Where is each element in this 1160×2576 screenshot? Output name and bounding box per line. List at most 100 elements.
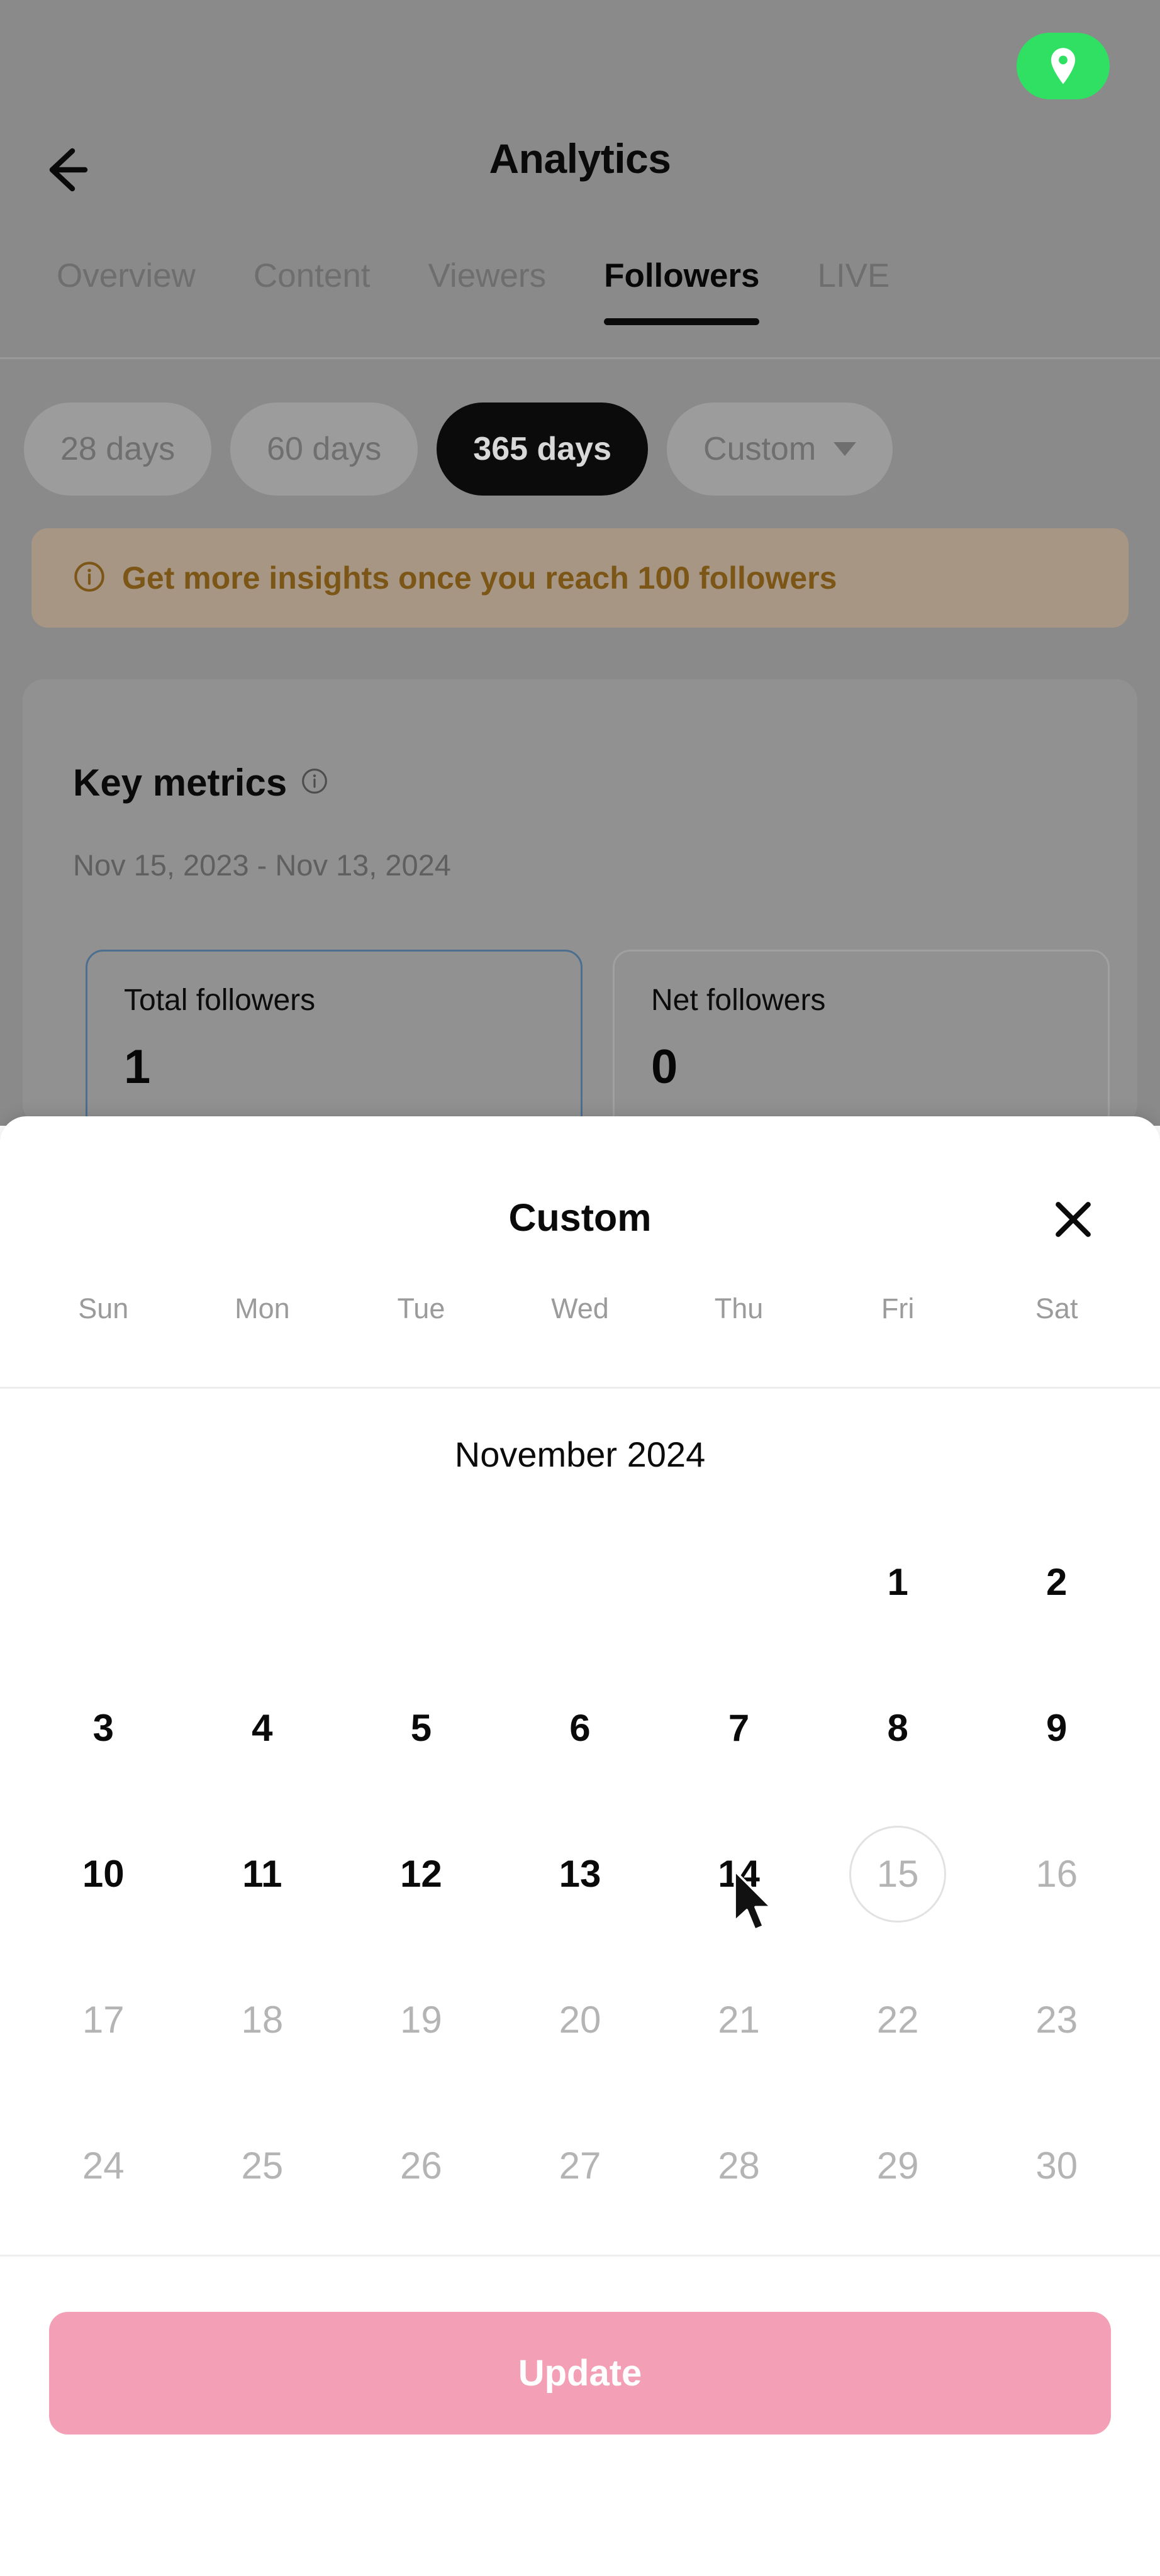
calendar-day-26: 26 bbox=[342, 2093, 501, 2239]
stat-card-total-followers[interactable]: Total followers 1 All time bbox=[86, 950, 583, 1126]
info-circle-icon bbox=[73, 560, 106, 596]
weekday-sun: Sun bbox=[78, 1292, 129, 1324]
calendar-day-5[interactable]: 5 bbox=[342, 1655, 501, 1801]
tab-overview-label: Overview bbox=[57, 257, 196, 294]
chip-60-days[interactable]: 60 days bbox=[230, 402, 418, 496]
calendar-day-number: 1 bbox=[887, 1561, 908, 1603]
location-pin-icon bbox=[1049, 48, 1078, 84]
calendar-day-12[interactable]: 12 bbox=[342, 1801, 501, 1947]
stat-card-total-followers-label: Total followers bbox=[124, 984, 316, 1017]
chip-28-days-label: 28 days bbox=[60, 431, 176, 467]
insight-banner-text: Get more insights once you reach 100 fol… bbox=[122, 560, 837, 596]
key-metrics-card: Key metrics Nov 15, 2023 - Nov 13, 2024 … bbox=[23, 679, 1137, 1126]
calendar-day-22: 22 bbox=[818, 1947, 978, 2093]
calendar-day-13[interactable]: 13 bbox=[501, 1801, 660, 1947]
calendar-day-number: 19 bbox=[400, 1999, 442, 2041]
calendar-day-number: 17 bbox=[82, 1999, 125, 2041]
calendar-day-number: 16 bbox=[1035, 1853, 1078, 1895]
chevron-down-icon bbox=[834, 442, 857, 456]
calendar-day-number: 27 bbox=[559, 2145, 601, 2187]
date-range-chips: 28 days 60 days 365 days Custom bbox=[24, 402, 893, 496]
close-icon[interactable] bbox=[1049, 1196, 1097, 1243]
tab-bar-divider bbox=[0, 357, 1160, 359]
calendar-day-27: 27 bbox=[501, 2093, 660, 2239]
calendar-day-16: 16 bbox=[977, 1801, 1136, 1947]
stat-card-total-followers-value: 1 bbox=[124, 1040, 151, 1094]
tab-followers[interactable]: Followers bbox=[604, 257, 760, 325]
analytics-background: Analytics Overview Content Viewers Follo… bbox=[0, 0, 1160, 1126]
sheet-footer-divider bbox=[0, 2255, 1160, 2257]
weekday-thu: Thu bbox=[714, 1292, 764, 1324]
calendar-day-number: 3 bbox=[92, 1707, 114, 1749]
tab-live[interactable]: LIVE bbox=[817, 257, 890, 325]
tab-followers-label: Followers bbox=[604, 257, 760, 294]
calendar-day-number: 23 bbox=[1035, 1999, 1078, 2041]
calendar-day-28: 28 bbox=[659, 2093, 818, 2239]
tab-content[interactable]: Content bbox=[254, 257, 371, 325]
weekday-mon: Mon bbox=[235, 1292, 290, 1324]
calendar-day-9[interactable]: 9 bbox=[977, 1655, 1136, 1801]
calendar-day-30: 30 bbox=[977, 2093, 1136, 2239]
page-title: Analytics bbox=[489, 135, 671, 182]
stat-card-net-followers-label: Net followers bbox=[651, 984, 826, 1017]
calendar-day-11[interactable]: 11 bbox=[183, 1801, 342, 1947]
calendar-day-number: 26 bbox=[400, 2145, 442, 2187]
calendar-day-number: 22 bbox=[876, 1999, 919, 2041]
calendar-day-19: 19 bbox=[342, 1947, 501, 2093]
calendar-day-10[interactable]: 10 bbox=[24, 1801, 183, 1947]
weekday-fri: Fri bbox=[881, 1292, 915, 1324]
calendar-day-number: 13 bbox=[559, 1853, 601, 1895]
calendar-month-label: November 2024 bbox=[454, 1435, 706, 1474]
key-metrics-title-row: Key metrics bbox=[73, 761, 328, 804]
chip-28-days[interactable]: 28 days bbox=[24, 402, 212, 496]
chip-365-days-label: 365 days bbox=[473, 431, 612, 467]
weekday-wed: Wed bbox=[551, 1292, 609, 1324]
calendar-day-8[interactable]: 8 bbox=[818, 1655, 978, 1801]
sheet-header: Custom bbox=[0, 1116, 1160, 1280]
tab-overview[interactable]: Overview bbox=[57, 257, 196, 325]
calendar-day-21: 21 bbox=[659, 1947, 818, 2093]
calendar-day-number: 29 bbox=[876, 2145, 919, 2187]
calendar-day-23: 23 bbox=[977, 1947, 1136, 2093]
calendar-day-6[interactable]: 6 bbox=[501, 1655, 660, 1801]
calendar-day-number: 4 bbox=[252, 1707, 273, 1749]
calendar-day-18: 18 bbox=[183, 1947, 342, 2093]
calendar-day-number: 5 bbox=[410, 1707, 432, 1749]
weekday-divider bbox=[0, 1387, 1160, 1389]
chip-custom[interactable]: Custom bbox=[667, 402, 893, 496]
tab-viewers-label: Viewers bbox=[428, 257, 547, 294]
calendar-day-14[interactable]: 14 bbox=[659, 1801, 818, 1947]
chip-custom-label: Custom bbox=[703, 431, 817, 467]
calendar-day-number: 28 bbox=[718, 2145, 760, 2187]
calendar-day-number: 11 bbox=[242, 1853, 282, 1895]
tab-content-label: Content bbox=[253, 257, 371, 294]
calendar-day-17: 17 bbox=[24, 1947, 183, 2093]
weekday-sat: Sat bbox=[1035, 1292, 1078, 1324]
chip-365-days[interactable]: 365 days bbox=[437, 402, 649, 496]
calendar-day-1[interactable]: 1 bbox=[818, 1509, 978, 1655]
calendar-day-number: 14 bbox=[718, 1853, 760, 1895]
sheet-title: Custom bbox=[508, 1196, 652, 1239]
key-metrics-title: Key metrics bbox=[73, 762, 287, 804]
calendar-day-20: 20 bbox=[501, 1947, 660, 2093]
calendar-day-number: 18 bbox=[241, 1999, 284, 2041]
calendar-day-7[interactable]: 7 bbox=[659, 1655, 818, 1801]
calendar-day-number: 25 bbox=[241, 2145, 284, 2187]
calendar-day-number: 9 bbox=[1046, 1707, 1068, 1749]
calendar-day-2[interactable]: 2 bbox=[977, 1509, 1136, 1655]
calendar-day-25: 25 bbox=[183, 2093, 342, 2239]
calendar-day-number: 8 bbox=[887, 1707, 908, 1749]
insight-banner[interactable]: Get more insights once you reach 100 fol… bbox=[31, 528, 1129, 628]
update-button[interactable]: Update bbox=[49, 2312, 1111, 2434]
screen: Analytics Overview Content Viewers Follo… bbox=[0, 0, 1160, 2576]
location-badge[interactable] bbox=[1017, 33, 1110, 99]
calendar-day-number: 30 bbox=[1035, 2145, 1078, 2187]
info-circle-icon[interactable] bbox=[301, 767, 328, 798]
stat-card-net-followers[interactable]: Net followers 0 bbox=[613, 950, 1110, 1126]
calendar-day-3[interactable]: 3 bbox=[24, 1655, 183, 1801]
calendar-day-number: 6 bbox=[569, 1707, 591, 1749]
calendar-day-4[interactable]: 4 bbox=[183, 1655, 342, 1801]
tab-viewers[interactable]: Viewers bbox=[428, 257, 547, 325]
chip-60-days-label: 60 days bbox=[267, 431, 382, 467]
calendar-day-15: 15 bbox=[818, 1801, 978, 1947]
